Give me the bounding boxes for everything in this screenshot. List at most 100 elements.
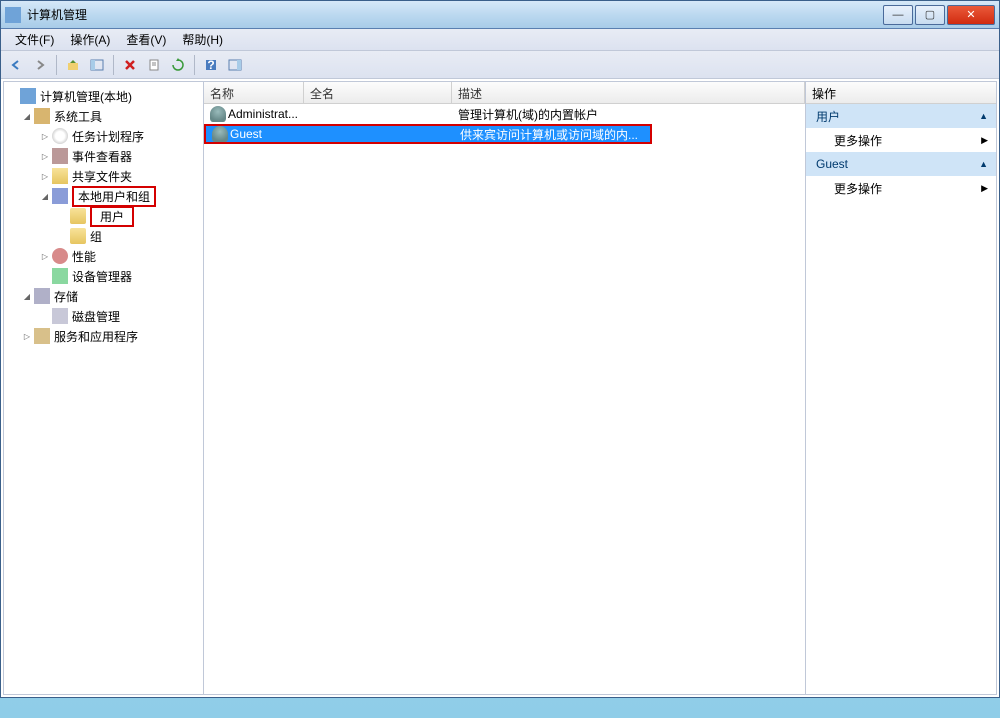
tree-label: 任务计划程序 [72, 128, 144, 145]
tree-label: 服务和应用程序 [54, 328, 138, 345]
app-icon [5, 7, 21, 23]
tree-label: 性能 [72, 248, 96, 265]
tree-label: 事件查看器 [72, 148, 132, 165]
properties-button[interactable] [143, 54, 165, 76]
performance-icon [52, 248, 68, 264]
expander-icon[interactable]: ▷ [40, 251, 50, 261]
menu-action[interactable]: 操作(A) [62, 29, 118, 50]
tree-label: 存储 [54, 288, 78, 305]
action-group-label: Guest [816, 157, 848, 171]
tree-event-viewer[interactable]: ▷ 事件查看器 [4, 146, 203, 166]
folder-icon [70, 208, 86, 224]
list-panel: 名称 全名 描述 Administrat... 管理计算机(域)的内置帐户 Gu… [204, 82, 806, 694]
tree-users[interactable]: 用户 [4, 206, 203, 226]
action-panel-header: 操作 [806, 82, 996, 104]
cell-name: Guest [230, 127, 262, 141]
users-icon [52, 188, 68, 204]
tree-system-tools[interactable]: ◢系统工具 [4, 106, 203, 126]
action-more-users[interactable]: 更多操作 ▶ [806, 128, 996, 152]
cell-description: 管理计算机(域)的内置帐户 [452, 106, 805, 123]
forward-button[interactable] [29, 54, 51, 76]
menu-view[interactable]: 查看(V) [118, 29, 174, 50]
up-button[interactable] [62, 54, 84, 76]
tree-storage[interactable]: ◢ 存储 [4, 286, 203, 306]
expander-icon[interactable] [8, 91, 18, 101]
expander-icon[interactable]: ▷ [40, 151, 50, 161]
list-row-administrator[interactable]: Administrat... 管理计算机(域)的内置帐户 [204, 104, 805, 124]
tree-root[interactable]: 计算机管理(本地) [4, 86, 203, 106]
properties-icon [147, 58, 161, 72]
submenu-icon: ▶ [981, 135, 988, 146]
column-description[interactable]: 描述 [452, 82, 805, 103]
expander-icon[interactable]: ▷ [40, 171, 50, 181]
expander-icon[interactable]: ▷ [40, 131, 50, 141]
expander-icon [40, 311, 50, 321]
tree-label: 设备管理器 [72, 268, 132, 285]
refresh-icon [171, 58, 185, 72]
toolbar-separator [113, 55, 114, 75]
action-more-guest[interactable]: 更多操作 ▶ [806, 176, 996, 200]
expander-icon[interactable]: ◢ [40, 191, 50, 201]
folder-up-icon [66, 58, 80, 72]
tree-label: 计算机管理(本地) [40, 88, 132, 105]
delete-button[interactable] [119, 54, 141, 76]
action-item-label: 更多操作 [834, 132, 882, 149]
column-name[interactable]: 名称 [204, 82, 304, 103]
expander-icon [58, 211, 68, 221]
tree-label: 用户 [90, 206, 134, 227]
list-row-guest[interactable]: Guest 供来宾访问计算机或访问域的内... [204, 124, 652, 144]
minimize-button[interactable]: — [883, 5, 913, 25]
tree-label: 共享文件夹 [72, 168, 132, 185]
tree-panel[interactable]: 计算机管理(本地) ◢系统工具 ▷ 任务计划程序 ▷ 事件查看器 ▷ 共享文件夹 ◢ 本… [4, 82, 204, 694]
folder-icon [70, 228, 86, 244]
column-fullname[interactable]: 全名 [304, 82, 452, 103]
menu-file[interactable]: 文件(F) [7, 29, 62, 50]
tree-performance[interactable]: ▷ 性能 [4, 246, 203, 266]
tree-label: 磁盘管理 [72, 308, 120, 325]
disk-icon [52, 308, 68, 324]
refresh-button[interactable] [167, 54, 189, 76]
user-icon [210, 106, 226, 122]
expander-icon[interactable]: ▷ [22, 331, 32, 341]
collapse-icon: ▲ [979, 111, 988, 121]
tree-local-users-groups[interactable]: ◢ 本地用户和组 [4, 186, 203, 206]
expander-icon [58, 231, 68, 241]
show-action-pane-button[interactable] [224, 54, 246, 76]
action-group-label: 用户 [816, 108, 840, 125]
cell-description: 供来宾访问计算机或访问域的内... [454, 126, 650, 143]
share-icon [52, 168, 68, 184]
tree-shared-folders[interactable]: ▷ 共享文件夹 [4, 166, 203, 186]
window-title: 计算机管理 [27, 6, 883, 23]
action-group-guest[interactable]: Guest ▲ [806, 152, 996, 176]
tree-groups[interactable]: 组 [4, 226, 203, 246]
services-icon [34, 328, 50, 344]
tree-device-manager[interactable]: 设备管理器 [4, 266, 203, 286]
device-icon [52, 268, 68, 284]
menubar: 文件(F) 操作(A) 查看(V) 帮助(H) [1, 29, 999, 51]
event-icon [52, 148, 68, 164]
svg-text:?: ? [207, 58, 214, 72]
show-hide-tree-button[interactable] [86, 54, 108, 76]
cell-name: Administrat... [228, 107, 298, 121]
tree-task-scheduler[interactable]: ▷ 任务计划程序 [4, 126, 203, 146]
toolbar: ? [1, 51, 999, 79]
computer-mgmt-icon [20, 88, 36, 104]
expander-icon[interactable]: ◢ [22, 111, 32, 121]
action-group-users[interactable]: 用户 ▲ [806, 104, 996, 128]
user-icon [212, 126, 228, 142]
expander-icon[interactable]: ◢ [22, 291, 32, 301]
list-body[interactable]: Administrat... 管理计算机(域)的内置帐户 Guest 供来宾访问… [204, 104, 805, 694]
tree-label: 本地用户和组 [72, 186, 156, 207]
arrow-right-icon [33, 58, 47, 72]
panel-icon [90, 58, 104, 72]
storage-icon [34, 288, 50, 304]
tree-services-apps[interactable]: ▷ 服务和应用程序 [4, 326, 203, 346]
titlebar[interactable]: 计算机管理 — ▢ ✕ [1, 1, 999, 29]
submenu-icon: ▶ [981, 183, 988, 194]
help-button[interactable]: ? [200, 54, 222, 76]
tree-disk-management[interactable]: 磁盘管理 [4, 306, 203, 326]
maximize-button[interactable]: ▢ [915, 5, 945, 25]
menu-help[interactable]: 帮助(H) [174, 29, 231, 50]
close-button[interactable]: ✕ [947, 5, 995, 25]
back-button[interactable] [5, 54, 27, 76]
